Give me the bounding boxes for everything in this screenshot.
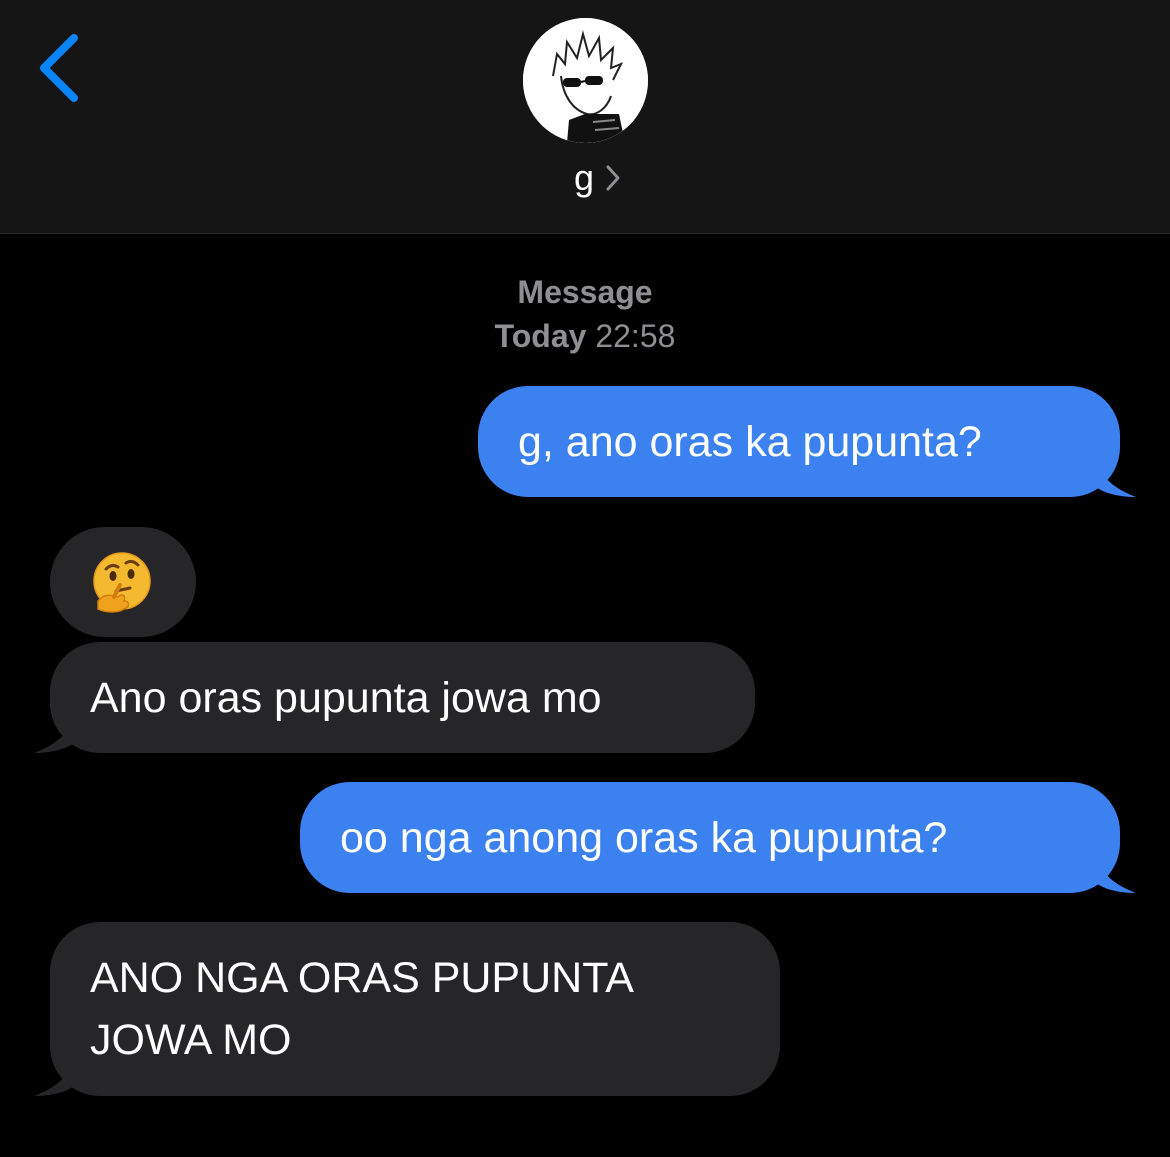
received-message-bubble[interactable]: Ano oras pupunta jowa mo xyxy=(50,642,755,753)
timestamp-day: Today xyxy=(494,318,587,354)
message-row: ANO NGA ORAS PUPUNTA JOWA MO xyxy=(34,922,780,1096)
timestamp-time: 22:58 xyxy=(595,318,676,354)
thread-timestamp: Message Today 22:58 xyxy=(0,270,1170,358)
message-row: g, ano oras ka pupunta? xyxy=(478,386,1136,497)
contact-name-row[interactable]: g xyxy=(0,153,1170,203)
contact-avatar[interactable] xyxy=(523,18,648,143)
contact-name[interactable]: g xyxy=(548,160,594,196)
message-text: g, ano oras ka pupunta? xyxy=(518,418,982,466)
received-emoji-bubble[interactable] xyxy=(50,527,196,637)
message-row: oo nga anong oras ka pupunta? xyxy=(300,782,1136,893)
message-row: Ano oras pupunta jowa mo xyxy=(34,642,755,753)
back-button[interactable] xyxy=(30,30,90,110)
timestamp-label: Message xyxy=(517,274,653,310)
message-text-line: JOWA MO xyxy=(90,1016,292,1064)
chevron-right-icon xyxy=(604,163,622,193)
message-text: oo nga anong oras ka pupunta? xyxy=(340,814,948,862)
timestamp-datetime: Today 22:58 xyxy=(0,314,1170,358)
message-text: Ano oras pupunta jowa mo xyxy=(90,674,602,722)
chevron-left-icon xyxy=(40,34,78,102)
sent-message-bubble[interactable]: g, ano oras ka pupunta? xyxy=(478,386,1120,497)
conversation-header: g xyxy=(0,0,1170,234)
avatar-image xyxy=(523,18,648,143)
received-message-bubble[interactable]: ANO NGA ORAS PUPUNTA JOWA MO xyxy=(50,922,780,1096)
thinking-face-icon xyxy=(93,552,151,613)
message-text-line: ANO NGA ORAS PUPUNTA xyxy=(90,954,634,1002)
sent-message-bubble[interactable]: oo nga anong oras ka pupunta? xyxy=(300,782,1120,893)
